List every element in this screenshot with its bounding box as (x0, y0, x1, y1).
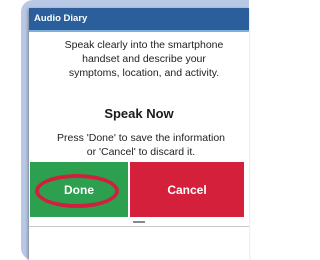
bottom-divider (29, 226, 249, 227)
scroll-handle (133, 221, 145, 223)
title-bar: Audio Diary (29, 8, 249, 32)
audio-diary-dialog: Audio Diary Speak clearly into the smart… (29, 8, 249, 260)
instructions-text: Speak clearly into the smartphone handse… (64, 39, 224, 79)
cancel-button[interactable]: Cancel (130, 162, 244, 217)
save-discard-hint: Press 'Done' to save the information or … (56, 132, 225, 158)
dialog-title: Audio Diary (34, 13, 88, 24)
speak-now-heading: Speak Now (104, 106, 174, 121)
done-highlight-ring (35, 174, 119, 208)
cancel-button-label: Cancel (167, 182, 207, 197)
